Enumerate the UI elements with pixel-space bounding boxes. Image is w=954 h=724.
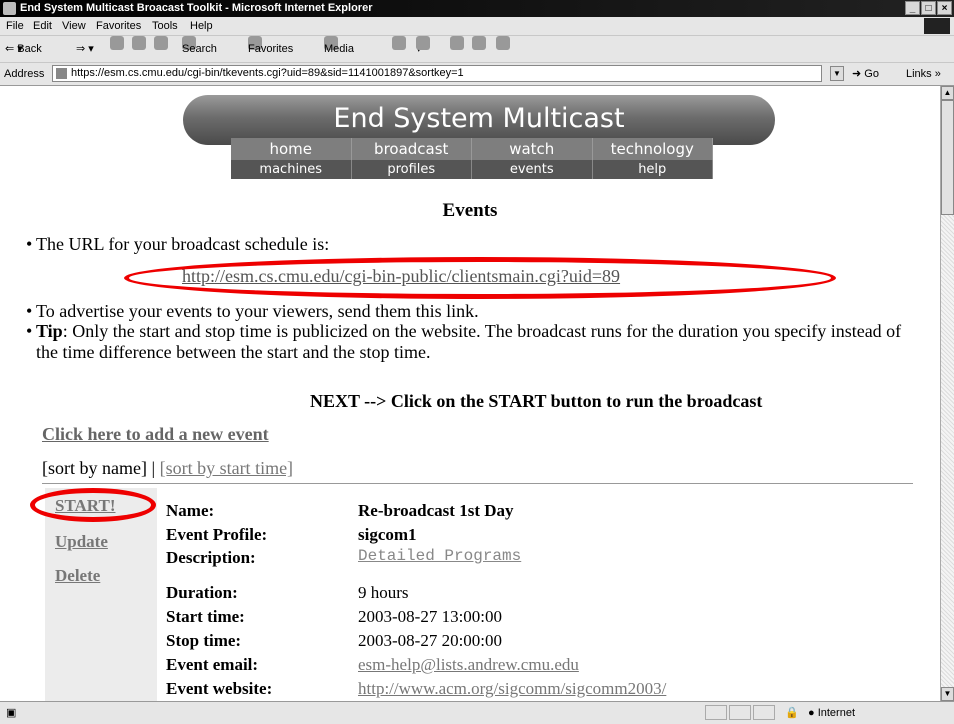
event-website-link[interactable]: http://www.acm.org/sigcomm/sigcomm2003/ [358, 679, 666, 699]
window-controls: _ □ × [905, 1, 952, 15]
status-pane [705, 705, 727, 720]
forward-button[interactable]: ⇒ ▾ [76, 36, 94, 62]
tip-label: Tip [36, 321, 63, 341]
sort-separator: | [146, 458, 160, 478]
menu-edit[interactable]: Edit [33, 17, 52, 35]
windows-logo-icon [924, 18, 950, 34]
nav-help[interactable]: help [592, 160, 713, 179]
menu-help[interactable]: Help [190, 17, 213, 35]
address-url: https://esm.cs.cmu.edu/cgi-bin/tkevents.… [71, 67, 464, 79]
menu-view[interactable]: View [62, 17, 86, 35]
discuss-icon [496, 36, 510, 50]
vertical-scrollbar[interactable]: ▲ ▼ [940, 86, 954, 701]
mail-button[interactable]: ▾ [416, 36, 430, 62]
go-label: Go [864, 68, 879, 80]
ie-logo-icon [3, 2, 16, 15]
nav-technology[interactable]: technology [592, 138, 713, 160]
event-email-link[interactable]: esm-help@lists.andrew.cmu.edu [358, 655, 579, 675]
tip-text: : Only the start and stop time is public… [36, 321, 902, 362]
divider [42, 483, 913, 484]
website-label: Event website: [166, 679, 273, 698]
secondary-nav: machines profiles events help [231, 160, 713, 179]
event-description-link[interactable]: Detailed Programs [358, 547, 521, 565]
menu-tools[interactable]: Tools [152, 17, 178, 35]
home-icon [154, 36, 168, 50]
start-time-label: Start time: [166, 607, 245, 626]
go-button[interactable]: ➜ Go [852, 63, 879, 85]
duration-label: Duration: [166, 583, 238, 602]
status-pane [753, 705, 775, 720]
primary-nav: home broadcast watch technology [231, 138, 713, 160]
lock-icon: 🔒 [785, 707, 799, 719]
start-highlight-oval [30, 488, 156, 522]
page-icon [56, 68, 67, 79]
address-bar: Address https://esm.cs.cmu.edu/cgi-bin/t… [0, 63, 954, 86]
window-title-bar: End System Multicast Broacast Toolkit - … [0, 0, 954, 17]
stop-icon [110, 36, 124, 50]
page-status-icon: ▣ [6, 707, 17, 719]
page-content: End System Multicast home broadcast watc… [0, 86, 940, 701]
event-start-time: 2003-08-27 13:00:00 [358, 607, 503, 626]
favorites-label: Favorites [248, 43, 294, 55]
back-button[interactable]: ⇐ Back ▾ [5, 36, 42, 62]
maximize-icon[interactable]: □ [921, 1, 936, 15]
add-event-link[interactable]: Click here to add a new event [42, 424, 269, 445]
page-title: Events [442, 200, 498, 221]
back-label: Back [17, 43, 42, 55]
address-dropdown-icon[interactable]: ▼ [830, 66, 844, 81]
close-icon[interactable]: × [937, 1, 952, 15]
update-button[interactable]: Update [55, 532, 108, 552]
nav-machines[interactable]: machines [231, 160, 352, 179]
scroll-up-icon[interactable]: ▲ [941, 86, 954, 100]
window-title: End System Multicast Broacast Toolkit - … [20, 2, 373, 14]
next-instruction: NEXT --> Click on the START button to ru… [310, 391, 763, 411]
menu-favorites[interactable]: Favorites [96, 17, 141, 35]
minimize-icon[interactable]: _ [905, 1, 920, 15]
mail-icon [416, 36, 430, 50]
status-pane [729, 705, 751, 720]
email-label: Event email: [166, 655, 259, 674]
standard-toolbar: ⇐ Back ▾ ⇒ ▾ Search Favorites Media ▾ [0, 36, 954, 63]
delete-button[interactable]: Delete [55, 566, 100, 586]
description-label: Description: [166, 548, 256, 567]
sort-controls: [sort by name] | [sort by start time] [42, 458, 293, 479]
event-name: Re-broadcast 1st Day [358, 501, 514, 520]
nav-broadcast[interactable]: broadcast [351, 138, 472, 160]
tip-bullet: • Tip: Only the start and stop time is p… [26, 321, 916, 363]
nav-events[interactable]: events [472, 160, 593, 179]
status-bar: ▣ 🔒 ● Internet [0, 701, 954, 724]
event-profile: sigcom1 [358, 525, 417, 544]
highlight-oval [124, 257, 836, 299]
links-label: Links [906, 68, 932, 80]
address-label: Address [4, 68, 45, 80]
menu-file[interactable]: File [6, 17, 24, 35]
print-icon [450, 36, 464, 50]
links-button[interactable]: Links » [906, 63, 941, 85]
media-label: Media [324, 43, 354, 55]
schedule-bullet: The URL for your broadcast schedule is: [26, 233, 329, 255]
scroll-thumb[interactable] [941, 100, 954, 215]
history-icon [392, 36, 406, 50]
scroll-down-icon[interactable]: ▼ [941, 687, 954, 701]
advertise-bullet: To advertise your events to your viewers… [26, 300, 479, 322]
menu-bar: File Edit View Favorites Tools Help [0, 17, 954, 36]
sort-by-start-link[interactable]: [sort by start time] [160, 458, 293, 478]
nav-watch[interactable]: watch [472, 138, 593, 160]
event-duration: 9 hours [358, 583, 409, 602]
name-label: Name: [166, 501, 215, 520]
nav-profiles[interactable]: profiles [351, 160, 472, 179]
profile-label: Event Profile: [166, 525, 268, 544]
security-zone: ● Internet [808, 707, 856, 719]
stop-time-label: Stop time: [166, 631, 242, 650]
event-stop-time: 2003-08-27 20:00:00 [358, 631, 503, 650]
nav-home[interactable]: home [231, 138, 352, 160]
bullet-icon: • [26, 321, 33, 341]
refresh-icon [132, 36, 146, 50]
address-input[interactable]: https://esm.cs.cmu.edu/cgi-bin/tkevents.… [52, 65, 822, 82]
zone-label: Internet [817, 707, 856, 719]
edit-icon [472, 36, 486, 50]
search-label: Search [182, 43, 217, 55]
sort-by-name: [sort by name] [42, 458, 147, 478]
